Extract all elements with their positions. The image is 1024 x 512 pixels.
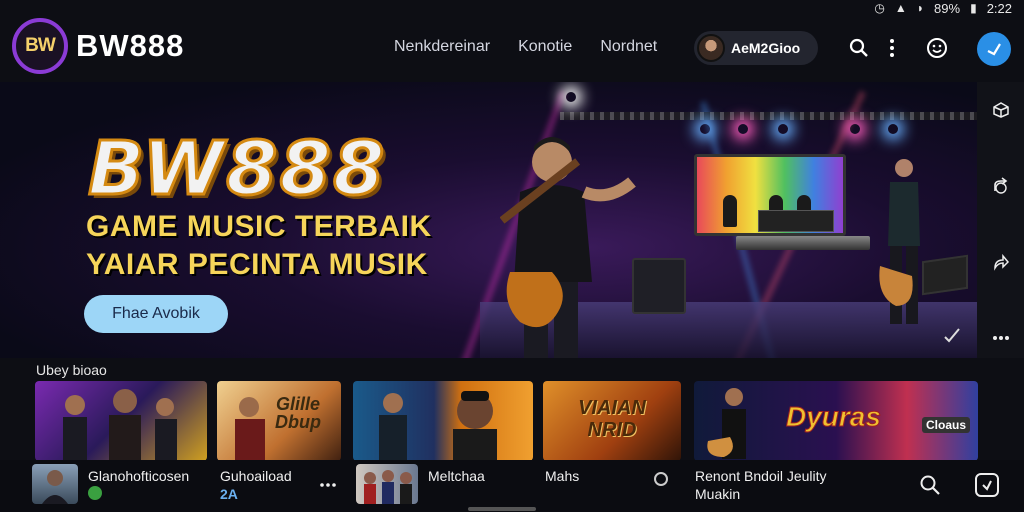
synth-module [758, 210, 834, 232]
card-title: VIAIAN NRID [578, 397, 646, 441]
game-card[interactable] [353, 381, 533, 461]
user-name: AeM2Gioo [731, 40, 801, 56]
keyboard-synth [736, 236, 870, 250]
game-card[interactable] [35, 381, 207, 461]
card-title: Glille Dbup [275, 394, 321, 432]
bottom-item-2-sub: 2A [220, 486, 238, 502]
hero-headline-2: YAIAR PECINTA MUSIK [86, 248, 428, 281]
signal-icon: ▲ [894, 1, 907, 15]
hero-title: BW888 [86, 125, 387, 214]
stage-light [778, 124, 788, 134]
amplifier [632, 258, 686, 314]
bottom-item-5-sub: Muakin [695, 486, 741, 502]
home-indicator[interactable] [468, 507, 536, 511]
card-title: Dyuras [786, 401, 882, 433]
bottom-item-2[interactable]: Guhoaiload [220, 468, 292, 484]
bottom-item-1[interactable]: Glanohofticosen [88, 468, 189, 484]
stage-light [566, 92, 576, 102]
forward-icon[interactable] [989, 250, 1013, 274]
guitarist-image [500, 137, 636, 358]
bottom-item-5[interactable]: Renont Bndoil Jeulity [695, 468, 827, 484]
game-card-row: Glille Dbup VIAIAN NRID Dyuras Cloaus [35, 381, 1024, 461]
user-profile-button[interactable]: AeM2Gioo [694, 31, 818, 65]
app-switch-icon[interactable] [975, 473, 999, 497]
online-status-icon [88, 486, 102, 500]
battery-icon: ▮ [970, 1, 977, 15]
track-thumbnail[interactable] [32, 464, 78, 504]
nav-item-1[interactable]: Nenkdereinar [394, 38, 490, 56]
more-vertical-icon[interactable] [880, 36, 904, 60]
card-subtitle: Cloaus [922, 417, 971, 433]
bird-icon[interactable] [977, 32, 1011, 66]
screen-figure [723, 195, 737, 227]
hero-banner[interactable]: BW888 GAME MUSIC TERBAIK YAIAR PECINTA M… [0, 82, 977, 358]
game-card[interactable]: Dyuras Cloaus [694, 381, 978, 461]
section-title: Ubey bioao [36, 362, 107, 378]
nav-item-3[interactable]: Nordnet [600, 38, 657, 56]
search-icon[interactable] [919, 474, 941, 501]
bottom-item-4[interactable]: Mahs [545, 468, 579, 484]
right-rail [977, 82, 1024, 358]
bassist-image [879, 159, 920, 324]
app-header: BW BW888 Nenkdereinar Konotie Nordnet Ae… [0, 14, 1024, 80]
more-horizontal-icon[interactable] [989, 326, 1013, 350]
game-card[interactable]: Glille Dbup [217, 381, 341, 461]
smiley-icon[interactable] [925, 36, 949, 60]
card-artwork [379, 391, 497, 461]
stage-light [738, 124, 748, 134]
hero-cta-button[interactable]: Fhae Avobik [84, 295, 228, 333]
cube-icon[interactable] [989, 98, 1013, 122]
avatar [697, 34, 725, 62]
alarm-icon: ◷ [874, 1, 885, 15]
expand-icon[interactable] [940, 322, 964, 346]
search-icon[interactable] [847, 36, 871, 60]
stage-light [850, 124, 860, 134]
logo-text[interactable]: BW888 [76, 28, 184, 64]
top-nav: Nenkdereinar Konotie Nordnet [394, 38, 657, 56]
stage-truss [560, 112, 977, 120]
logo-badge[interactable]: BW [12, 18, 68, 74]
wifi-icon: ◗ [916, 1, 925, 15]
stage-light [888, 124, 898, 134]
card-artwork [707, 388, 746, 459]
circle-icon[interactable] [654, 472, 668, 486]
game-card[interactable]: VIAIAN NRID [543, 381, 681, 461]
stage-light [700, 124, 710, 134]
bottom-item-3[interactable]: Meltchaa [428, 468, 485, 484]
more-horizontal-icon[interactable] [320, 474, 336, 492]
nav-item-2[interactable]: Konotie [518, 38, 572, 56]
bottom-bar: Glanohofticosen Guhoaiload 2A Meltchaa M… [0, 460, 1024, 512]
share-icon[interactable] [989, 174, 1013, 198]
track-thumbnail[interactable] [356, 464, 418, 504]
hero-headline-1: GAME MUSIC TERBAIK [86, 210, 432, 243]
card-artwork [63, 389, 177, 461]
